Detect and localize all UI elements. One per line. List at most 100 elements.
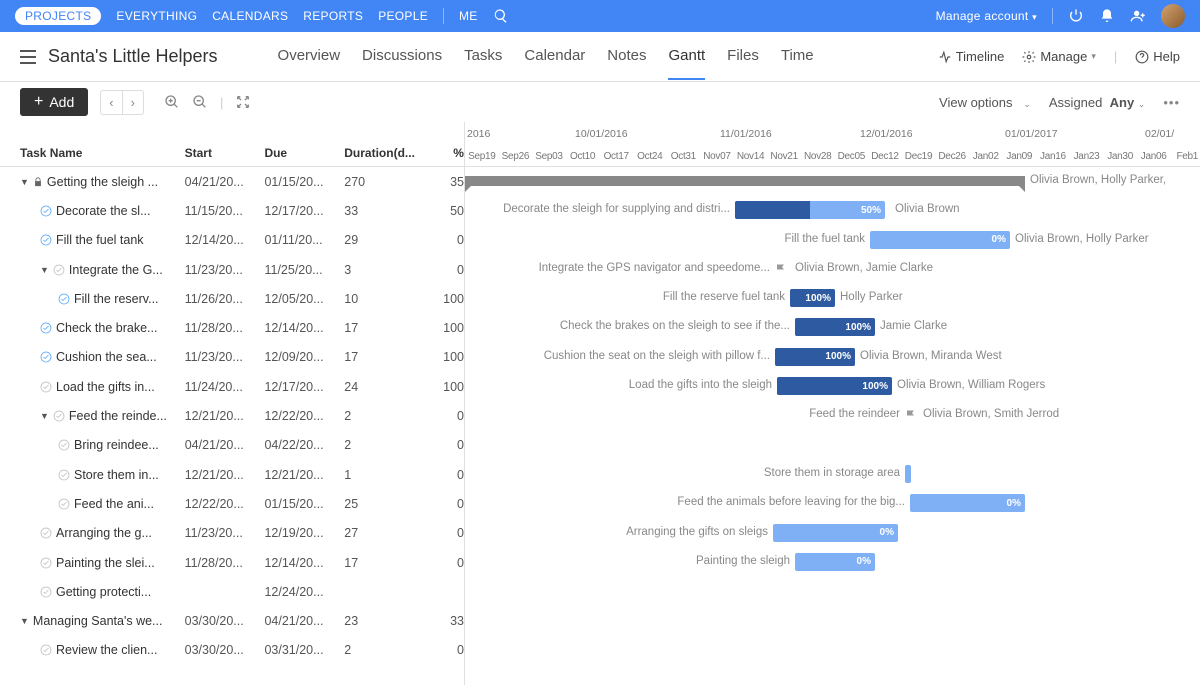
summary-bar[interactable] [465,176,1025,186]
table-row[interactable]: Arranging the g...11/23/20...12/19/20...… [0,519,464,548]
task-bar[interactable]: 100% [790,289,835,307]
task-bar[interactable]: 0% [910,494,1025,512]
timeline-button[interactable]: Timeline [938,49,1005,64]
search-icon[interactable] [493,8,509,24]
day-label: Jan09 [1003,151,1037,162]
chevron-down-icon[interactable]: ▼ [20,177,29,187]
table-row[interactable]: Getting protecti...12/24/20... [0,577,464,606]
table-row[interactable]: Store them in...12/21/20...12/21/20...10 [0,460,464,489]
check-circle-icon[interactable] [58,469,70,481]
task-bar[interactable]: 100% [777,377,892,395]
chevron-down-icon[interactable]: ▼ [20,616,29,626]
check-circle-icon[interactable] [40,557,52,569]
check-circle-icon[interactable] [40,234,52,246]
assignee-label: Holly Parker [840,291,903,303]
check-circle-icon[interactable] [40,322,52,334]
task-bar[interactable]: 100% [795,318,875,336]
col-pct: % [424,146,464,160]
assigned-filter[interactable]: Assigned Any ⌄ [1049,95,1145,110]
table-row[interactable]: Load the gifts in...11/24/20...12/17/20.… [0,372,464,401]
chevron-down-icon[interactable]: ▼ [40,411,49,421]
task-bar[interactable]: 50% [735,201,885,219]
nav-calendars[interactable]: CALENDARS [212,9,288,23]
gantt-chart[interactable]: 2016 10/01/201611/01/201612/01/201601/01… [465,122,1200,685]
milestone-icon[interactable] [775,261,785,275]
check-circle-icon[interactable] [40,351,52,363]
cell-due: 12/09/20... [264,350,344,364]
table-row[interactable]: Fill the fuel tank12/14/20...01/11/20...… [0,226,464,255]
manage-account[interactable]: Manage account ▾ [936,9,1037,23]
check-circle-icon[interactable] [40,527,52,539]
zoom-out-icon[interactable] [192,94,208,110]
tab-gantt[interactable]: Gantt [668,47,705,80]
task-bar[interactable]: 0% [795,553,875,571]
task-bar[interactable]: 100% [775,348,855,366]
expand-icon[interactable] [235,94,251,110]
table-row[interactable]: Bring reindee...04/21/20...04/22/20...20 [0,431,464,460]
next-button[interactable]: › [122,91,143,114]
manage-button[interactable]: Manage ▾ [1022,49,1096,64]
task-name: Bring reindee... [74,438,159,452]
cell-pct: 0 [424,497,464,511]
power-icon[interactable] [1068,8,1084,24]
avatar[interactable] [1161,4,1185,28]
tab-files[interactable]: Files [727,47,759,80]
cell-dur: 23 [344,614,424,628]
tab-notes[interactable]: Notes [607,47,646,80]
day-label: Jan16 [1036,151,1070,162]
chevron-down-icon[interactable]: ▼ [40,265,49,275]
table-row[interactable]: Review the clien...03/30/20...03/31/20..… [0,636,464,665]
table-row[interactable]: Fill the reserv...11/26/20...12/05/20...… [0,284,464,313]
nav-reports[interactable]: REPORTS [303,9,363,23]
day-label: Nov28 [801,151,835,162]
check-circle-icon[interactable] [58,439,70,451]
check-circle-icon[interactable] [53,264,65,276]
cell-pct: 100 [424,321,464,335]
table-row[interactable]: Painting the slei...11/28/20...12/14/20.… [0,548,464,577]
gantt-row: Feed the animals before leaving for the … [465,489,1200,518]
tab-time[interactable]: Time [781,47,814,80]
day-label: Oct31 [667,151,701,162]
tab-tasks[interactable]: Tasks [464,47,502,80]
add-user-icon[interactable] [1130,8,1146,24]
milestone-icon[interactable] [905,407,915,421]
table-row[interactable]: ▼Managing Santa's we...03/30/20...04/21/… [0,606,464,635]
help-button[interactable]: Help [1135,49,1180,64]
check-circle-icon[interactable] [53,410,65,422]
table-row[interactable]: Check the brake...11/28/20...12/14/20...… [0,313,464,342]
task-bar[interactable]: 0% [773,524,898,542]
cell-pct: 0 [424,556,464,570]
table-row[interactable]: Cushion the sea...11/23/20...12/09/20...… [0,343,464,372]
nav-projects[interactable]: PROJECTS [15,7,101,25]
table-row[interactable]: ▼Integrate the G...11/23/20...11/25/20..… [0,255,464,284]
zoom-in-icon[interactable] [164,94,180,110]
hamburger-icon[interactable] [20,50,36,64]
add-button[interactable]: +Add [20,88,88,116]
task-bar[interactable]: 0% [870,231,1010,249]
nav-me[interactable]: ME [459,9,478,23]
table-row[interactable]: ▼Feed the reinde...12/21/20...12/22/20..… [0,401,464,430]
check-circle-icon[interactable] [40,586,52,598]
tab-overview[interactable]: Overview [278,47,341,80]
nav-everything[interactable]: EVERYTHING [116,9,197,23]
tab-calendar[interactable]: Calendar [524,47,585,80]
table-row[interactable]: Decorate the sl...11/15/20...12/17/20...… [0,196,464,225]
tab-discussions[interactable]: Discussions [362,47,442,80]
cell-due: 12/14/20... [264,556,344,570]
task-bar[interactable] [905,465,911,483]
check-circle-icon[interactable] [40,644,52,656]
table-row[interactable]: Feed the ani...12/22/20...01/15/20...250 [0,489,464,518]
prev-button[interactable]: ‹ [101,91,121,114]
view-options[interactable]: View options ⌄ [939,95,1031,110]
check-circle-icon[interactable] [40,205,52,217]
bell-icon[interactable] [1099,8,1115,24]
more-icon[interactable]: ••• [1163,95,1180,110]
check-circle-icon[interactable] [58,498,70,510]
check-circle-icon[interactable] [40,381,52,393]
task-name: Load the gifts in... [56,380,155,394]
nav-people[interactable]: PEOPLE [378,9,428,23]
day-label: Oct10 [566,151,600,162]
table-row[interactable]: ▼Getting the sleigh ...04/21/20...01/15/… [0,167,464,196]
cell-start: 12/21/20... [185,409,265,423]
check-circle-icon[interactable] [58,293,70,305]
